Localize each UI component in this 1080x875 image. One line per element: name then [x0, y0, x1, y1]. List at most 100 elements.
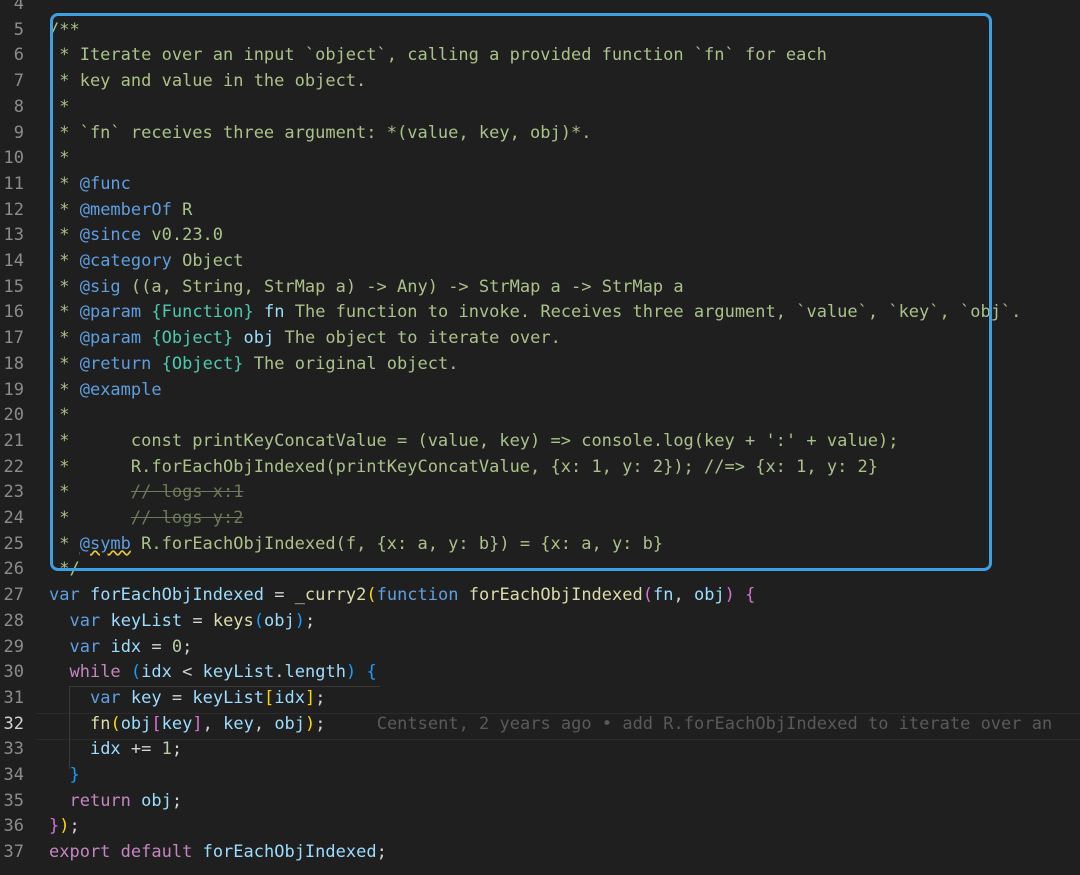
- line-number: 8: [13, 96, 24, 117]
- code-token: [: [264, 687, 275, 708]
- line-number: 36: [3, 816, 24, 837]
- code-token: var: [89, 687, 121, 708]
- line-number: 34: [3, 765, 24, 785]
- code-token: key: [161, 713, 193, 734]
- code-token: idx: [274, 687, 305, 708]
- code-token: ): [305, 713, 316, 734]
- git-blame-annotation: Centsent, 2 years ago • add R.forEachObj…: [325, 713, 1053, 734]
- code-line[interactable]: 36});: [0, 814, 1080, 840]
- line-number: 25: [3, 533, 24, 554]
- code-token: while: [69, 662, 121, 683]
- code-token: forEachObjIndexed: [468, 585, 643, 606]
- line-code[interactable]: return obj;: [49, 789, 182, 815]
- code-token: (: [110, 713, 121, 734]
- code-token: length: [284, 662, 346, 683]
- code-token: 1: [161, 739, 172, 760]
- code-token: }: [69, 765, 80, 785]
- code-line[interactable]: 27 var forEachObjIndexed = _curry2(functi…: [0, 583, 1080, 609]
- code-token: fn: [652, 585, 674, 606]
- code-token: export: [49, 842, 111, 863]
- code-token: default: [120, 842, 193, 863]
- line-code[interactable]: idx += 1;: [49, 737, 182, 763]
- code-token: 0: [171, 636, 183, 657]
- code-token: +=: [120, 739, 162, 760]
- code-token: ,: [673, 585, 694, 606]
- code-token: ): [59, 816, 70, 837]
- line-code[interactable]: });: [49, 814, 80, 840]
- code-token: ;: [171, 739, 183, 760]
- code-token: idx: [141, 662, 172, 683]
- code-token: ;: [376, 842, 387, 863]
- code-token: (: [130, 662, 142, 683]
- code-line[interactable]: 31 var key = keyList[idx];: [0, 686, 1080, 712]
- code-token: =: [263, 585, 295, 606]
- line-number: 27: [3, 585, 24, 606]
- line-code[interactable]: fn(obj[key], key, obj); Centsent, 2 year…: [49, 712, 1052, 738]
- line-code[interactable]: var keyList = keys(obj);: [49, 609, 315, 635]
- code-token: return: [69, 790, 131, 811]
- line-code[interactable]: var idx = 0;: [49, 635, 192, 661]
- code-line[interactable]: 29 var idx = 0;: [0, 635, 1080, 661]
- line-number: 21: [3, 430, 24, 451]
- line-number: 31: [3, 687, 24, 708]
- code-token: var: [49, 585, 80, 606]
- code-token: obj: [141, 790, 172, 811]
- line-number: 5: [13, 19, 24, 40]
- code-token: }: [49, 816, 60, 837]
- code-line[interactable]: 33 idx += 1;: [0, 737, 1080, 763]
- code-token: obj: [120, 713, 152, 734]
- line-number: 19: [3, 379, 24, 400]
- code-line[interactable]: 34 }: [0, 763, 1080, 789]
- code-token: idx: [110, 636, 142, 657]
- line-code[interactable]: }: [49, 763, 80, 789]
- code-line[interactable]: 30 while (idx < keyList.length) {: [0, 660, 1080, 686]
- code-token: (: [366, 585, 377, 606]
- code-token: ;: [315, 687, 326, 708]
- code-line[interactable]: 32 fn(obj[key], key, obj); Centsent, 2 y…: [0, 712, 1080, 738]
- code-token: [: [151, 713, 162, 734]
- code-token: keyList: [192, 687, 265, 708]
- code-token: =: [182, 610, 213, 631]
- code-token: (: [642, 585, 653, 606]
- code-editor[interactable]: 4 5/** 6 * Iterate over an input `object`,…: [0, 0, 1080, 875]
- code-token: ;: [182, 636, 193, 657]
- code-token: function: [376, 585, 459, 606]
- code-token: ]: [192, 713, 203, 734]
- code-line[interactable]: 37 export default forEachObjIndexed;: [0, 840, 1080, 866]
- code-token: obj: [693, 585, 725, 606]
- code-line[interactable]: 35 return obj;: [0, 789, 1080, 815]
- code-token: forEachObjIndexed: [202, 842, 377, 863]
- code-token: =: [161, 687, 193, 708]
- line-number: 7: [13, 71, 24, 92]
- line-number: 35: [3, 790, 24, 811]
- line-number: 28: [3, 610, 24, 631]
- line-number: 14: [3, 251, 24, 271]
- line-number: 10: [3, 148, 24, 169]
- line-code[interactable]: export default forEachObjIndexed;: [49, 840, 387, 866]
- line-number: 29: [3, 636, 24, 657]
- line-code[interactable]: while (idx < keyList.length) {: [49, 660, 376, 686]
- line-code[interactable]: var forEachObjIndexed = _curry2(function…: [49, 583, 755, 609]
- line-number: 18: [3, 353, 24, 374]
- line-number: 22: [3, 456, 24, 477]
- line-number: 23: [3, 482, 24, 503]
- code-token: ;: [305, 610, 316, 631]
- code-line[interactable]: 28 var keyList = keys(obj);: [0, 609, 1080, 635]
- line-number: 9: [13, 122, 24, 143]
- line-code[interactable]: var key = keyList[idx];: [49, 686, 326, 712]
- code-token: var: [69, 610, 101, 631]
- code-token: key: [130, 687, 162, 708]
